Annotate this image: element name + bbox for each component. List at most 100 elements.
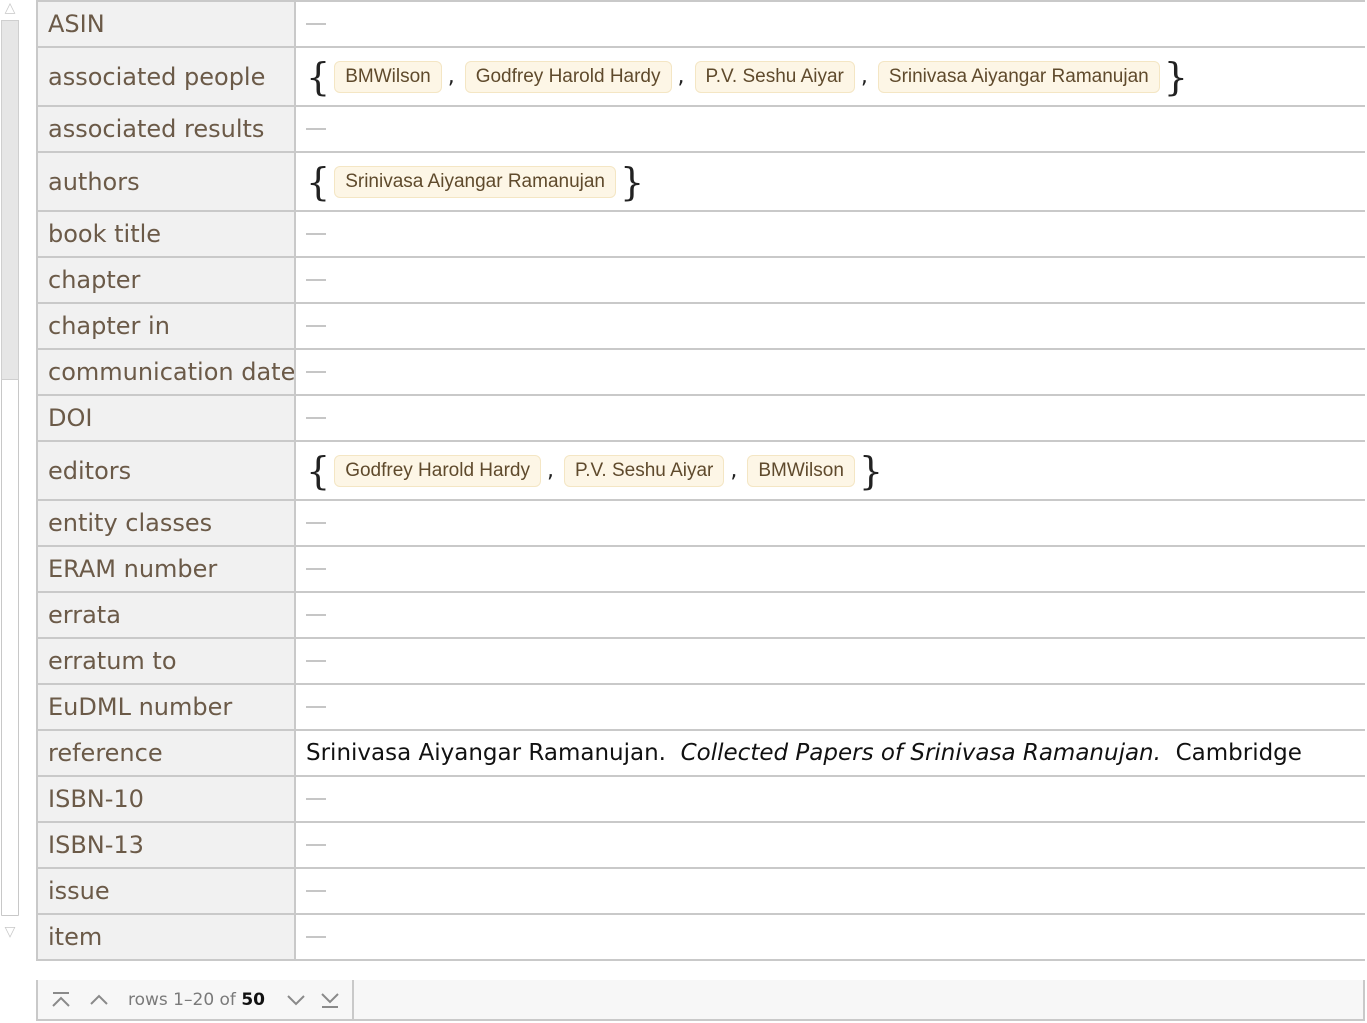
- property-name: associated people: [38, 48, 296, 105]
- list-separator: ,: [677, 64, 685, 89]
- rows-indicator: rows 1–20 of 50: [128, 990, 265, 1010]
- table-row: erratum to: [38, 639, 1365, 685]
- property-name: associated results: [38, 107, 296, 151]
- property-name: erratum to: [38, 639, 296, 683]
- property-name: reference: [38, 731, 296, 775]
- missing-value-dash: [306, 128, 326, 130]
- next-page-icon[interactable]: [281, 985, 311, 1015]
- property-value: {Godfrey Harold Hardy, P.V. Seshu Aiyar, B…: [296, 442, 1365, 499]
- table-row: associated results: [38, 107, 1365, 153]
- property-value: {BMWilson, Godfrey Harold Hardy, P.V. Sesh…: [296, 48, 1365, 105]
- property-table: ASIN associated people{BMWilson, Godfrey H…: [36, 0, 1365, 961]
- table-row: authors{Srinivasa Aiyangar Ramanujan}: [38, 153, 1365, 212]
- open-brace: {: [306, 159, 331, 204]
- property-value: [296, 2, 1365, 46]
- close-brace: }: [858, 448, 884, 493]
- property-value: [296, 593, 1365, 637]
- vertical-scrollbar[interactable]: △ ▽: [0, 0, 20, 945]
- entity-chip[interactable]: P.V. Seshu Aiyar: [563, 454, 725, 487]
- entity-chip[interactable]: Srinivasa Aiyangar Ramanujan: [877, 60, 1160, 93]
- reference-author: Srinivasa Aiyangar Ramanujan.: [306, 740, 666, 766]
- entity-chip[interactable]: Godfrey Harold Hardy: [464, 60, 672, 93]
- entity-chip[interactable]: Srinivasa Aiyangar Ramanujan: [334, 165, 616, 198]
- property-name: errata: [38, 593, 296, 637]
- table-row: communication date: [38, 350, 1365, 396]
- property-value: [296, 823, 1365, 867]
- property-name: EuDML number: [38, 685, 296, 729]
- property-value: [296, 685, 1365, 729]
- close-brace: }: [620, 159, 645, 204]
- property-name: entity classes: [38, 501, 296, 545]
- property-name: ASIN: [38, 2, 296, 46]
- entity-list: {Srinivasa Aiyangar Ramanujan}: [306, 163, 644, 201]
- table-row: chapter in: [38, 304, 1365, 350]
- table-row: ISBN-10: [38, 777, 1365, 823]
- last-page-icon[interactable]: [315, 985, 345, 1015]
- property-name: ISBN-10: [38, 777, 296, 821]
- open-brace: {: [306, 448, 331, 493]
- previous-page-icon[interactable]: [84, 985, 114, 1015]
- list-separator: ,: [730, 458, 738, 483]
- property-name: issue: [38, 869, 296, 913]
- first-page-icon[interactable]: [46, 985, 76, 1015]
- missing-value-dash: [306, 371, 326, 373]
- property-value: [296, 639, 1365, 683]
- table-row: chapter: [38, 258, 1365, 304]
- reference-publisher: Cambridge: [1175, 740, 1302, 766]
- table-row: item: [38, 915, 1365, 961]
- table-row: ERAM number: [38, 547, 1365, 593]
- property-value: Srinivasa Aiyangar Ramanujan. Collected …: [296, 731, 1365, 775]
- property-value: [296, 396, 1365, 440]
- entity-list: {BMWilson, Godfrey Harold Hardy, P.V. Sesh…: [306, 58, 1188, 96]
- missing-value-dash: [306, 233, 326, 235]
- property-value: [296, 107, 1365, 151]
- property-name: ISBN-13: [38, 823, 296, 867]
- entity-chip[interactable]: P.V. Seshu Aiyar: [694, 60, 855, 93]
- entity-list: {Godfrey Harold Hardy, P.V. Seshu Aiyar, B…: [306, 452, 883, 490]
- entity-chip[interactable]: BMWilson: [334, 60, 442, 93]
- scroll-up-arrow-icon[interactable]: △: [2, 0, 18, 16]
- property-name: item: [38, 915, 296, 959]
- list-separator: ,: [546, 458, 554, 483]
- entity-chip[interactable]: BMWilson: [747, 454, 855, 487]
- rows-total: 50: [241, 989, 265, 1010]
- table-row: reference Srinivasa Aiyangar Ramanujan. C…: [38, 731, 1365, 777]
- reference-title: Collected Papers of Srinivasa Ramanujan.: [680, 740, 1161, 766]
- missing-value-dash: [306, 522, 326, 524]
- missing-value-dash: [306, 660, 326, 662]
- table-row: EuDML number: [38, 685, 1365, 731]
- table-row: editors{Godfrey Harold Hardy, P.V. Seshu …: [38, 442, 1365, 501]
- table-row: book title: [38, 212, 1365, 258]
- missing-value-dash: [306, 798, 326, 800]
- property-value: [296, 258, 1365, 302]
- table-row: ASIN: [38, 2, 1365, 48]
- property-name: communication date: [38, 350, 296, 394]
- table-row: ISBN-13: [38, 823, 1365, 869]
- property-name: ERAM number: [38, 547, 296, 591]
- scroll-down-arrow-icon[interactable]: ▽: [2, 924, 18, 940]
- property-value: [296, 869, 1365, 913]
- missing-value-dash: [306, 936, 326, 938]
- missing-value-dash: [306, 417, 326, 419]
- property-value: [296, 350, 1365, 394]
- property-name: editors: [38, 442, 296, 499]
- property-value: [296, 212, 1365, 256]
- property-value: {Srinivasa Aiyangar Ramanujan}: [296, 153, 1365, 210]
- missing-value-dash: [306, 614, 326, 616]
- property-value: [296, 547, 1365, 591]
- missing-value-dash: [306, 890, 326, 892]
- property-value: [296, 915, 1365, 959]
- property-value: [296, 501, 1365, 545]
- missing-value-dash: [306, 706, 326, 708]
- property-name: chapter in: [38, 304, 296, 348]
- table-footer: rows 1–20 of 50: [36, 980, 1365, 1021]
- scroll-thumb[interactable]: [1, 20, 19, 380]
- entity-chip[interactable]: Godfrey Harold Hardy: [334, 454, 541, 487]
- table-row: issue: [38, 869, 1365, 915]
- property-value: [296, 304, 1365, 348]
- table-row: errata: [38, 593, 1365, 639]
- missing-value-dash: [306, 325, 326, 327]
- missing-value-dash: [306, 279, 326, 281]
- property-name: chapter: [38, 258, 296, 302]
- table-row: entity classes: [38, 501, 1365, 547]
